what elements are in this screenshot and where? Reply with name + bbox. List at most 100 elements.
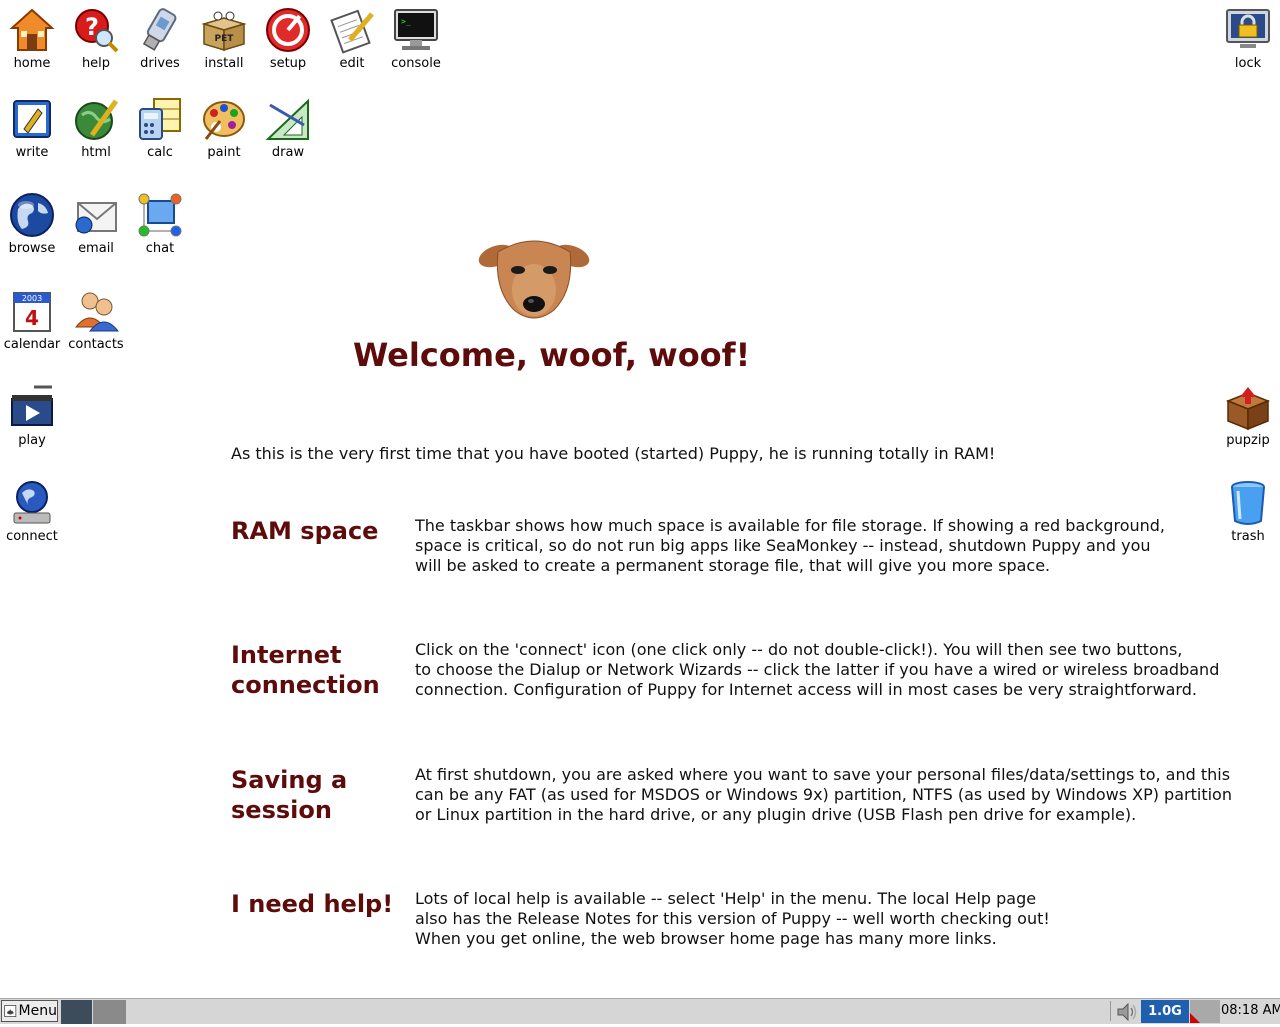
desktop-icon-write[interactable]: write	[0, 89, 66, 165]
section-heading-line: Internet	[231, 641, 342, 669]
section-body-ram-space: The taskbar shows how much space is avai…	[415, 516, 1215, 576]
setup-wizard-icon	[264, 6, 312, 54]
desktop-icon-label: setup	[269, 56, 307, 71]
calendar-icon: 2003 4	[8, 287, 56, 335]
desktop-icon-label: html	[81, 145, 111, 160]
section-body-internet-connection: Click on the 'connect' icon (one click o…	[415, 640, 1220, 700]
desktop-icon-label: edit	[339, 56, 365, 71]
section-body-line: Click on the 'connect' icon (one click o…	[415, 640, 1183, 659]
desktop-icon-home[interactable]: home	[0, 0, 66, 76]
desktop-icon-pupzip[interactable]: pupzip	[1214, 377, 1280, 453]
desktop-icon-play[interactable]: play	[0, 377, 66, 453]
desktop-icon-email[interactable]: email	[62, 185, 130, 261]
desktop-icon-contacts[interactable]: contacts	[62, 281, 130, 357]
desktop-icon-lock[interactable]: lock	[1214, 0, 1280, 76]
desktop-icon-label: calendar	[3, 337, 61, 352]
paint-palette-icon	[200, 95, 248, 143]
desktop-icon-trash[interactable]: trash	[1214, 473, 1280, 549]
svg-text:>_: >_	[401, 17, 411, 26]
section-body-line: At first shutdown, you are asked where y…	[415, 765, 1231, 784]
archive-box-icon	[1224, 383, 1272, 431]
desktop-icon-chat[interactable]: chat	[126, 185, 194, 261]
desktop-icon-label: draw	[271, 145, 305, 160]
section-heading-line: session	[231, 796, 332, 824]
start-menu-button[interactable]: Menu	[1, 1000, 58, 1022]
package-box-icon: PET	[200, 6, 248, 54]
desktop-icon-calendar[interactable]: 2003 4 calendar	[0, 281, 66, 357]
section-body-line: Lots of local help is available -- selec…	[415, 889, 1037, 908]
desktop-icon-paint[interactable]: paint	[190, 89, 258, 165]
desktop-icon-label: chat	[145, 241, 175, 256]
envelope-globe-icon	[72, 191, 120, 239]
chat-network-icon	[136, 191, 184, 239]
desktop-icon-calc[interactable]: calc	[126, 89, 194, 165]
desktop: home ? help drives PET install setup edi…	[0, 0, 1280, 998]
desktop-icon-connect[interactable]: connect	[0, 473, 66, 549]
section-body-line: The taskbar shows how much space is avai…	[415, 516, 1165, 535]
section-heading-line: Saving a	[231, 766, 348, 794]
desktop-icon-html[interactable]: html	[62, 89, 130, 165]
desktop-icon-label: play	[18, 433, 46, 448]
taskbar: Menu 1.0G 08:18 AM	[0, 998, 1280, 1024]
workspace-1[interactable]	[61, 1000, 92, 1024]
workspace-2[interactable]	[93, 1000, 126, 1024]
desktop-icon-label: contacts	[68, 337, 124, 352]
svg-text:4: 4	[25, 306, 39, 330]
ram-free-indicator[interactable]: 1.0G	[1141, 1000, 1189, 1023]
section-heading-saving-session: Saving a session	[231, 765, 347, 825]
section-body-saving-session: At first shutdown, you are asked where y…	[415, 765, 1232, 825]
contacts-people-icon	[72, 287, 120, 335]
desktop-icon-install[interactable]: PET install	[190, 0, 258, 76]
desktop-icon-label: home	[13, 56, 51, 71]
notepad-pencil-icon	[328, 6, 376, 54]
desktop-icon-label: lock	[1234, 56, 1262, 71]
desktop-icon-label: email	[78, 241, 114, 256]
section-body-line: space is critical, so do not run big app…	[415, 536, 1151, 555]
desktop-icon-label: help	[81, 56, 111, 71]
usb-drive-icon	[136, 6, 184, 54]
trash-bin-icon	[1224, 479, 1272, 527]
home-icon	[8, 6, 56, 54]
desktop-icon-console[interactable]: >_ console	[382, 0, 450, 76]
desktop-icon-help[interactable]: ? help	[62, 0, 130, 76]
section-body-line: connection. Configuration of Puppy for I…	[415, 680, 1197, 699]
desktop-icon-label: trash	[1231, 529, 1265, 544]
desktop-icon-browse[interactable]: browse	[0, 185, 66, 261]
globe-icon	[8, 191, 56, 239]
desktop-icon-label: drives	[140, 56, 180, 71]
desktop-icon-draw[interactable]: draw	[254, 89, 322, 165]
section-heading-line: RAM space	[231, 517, 379, 545]
welcome-intro: As this is the very first time that you …	[231, 444, 996, 463]
section-heading-line: connection	[231, 671, 380, 699]
volume-icon[interactable]	[1114, 1001, 1138, 1023]
section-heading-need-help: I need help!	[231, 889, 393, 919]
desktop-icon-label: console	[391, 56, 441, 71]
puppy-dog-image	[474, 230, 594, 330]
start-menu-label: Menu	[18, 1003, 57, 1019]
drawing-triangle-icon	[264, 95, 312, 143]
tray-divider	[1110, 1001, 1111, 1021]
desktop-icon-label: paint	[207, 145, 241, 160]
low-space-flag-icon	[1190, 1013, 1200, 1023]
globe-pencil-icon	[72, 95, 120, 143]
section-body-line: will be asked to create a permanent stor…	[415, 556, 1051, 575]
desktop-icon-label: connect	[6, 529, 58, 544]
puppy-menu-icon	[4, 1005, 17, 1017]
desktop-icon-drives[interactable]: drives	[126, 0, 194, 76]
help-icon: ?	[72, 6, 120, 54]
desktop-icon-label: pupzip	[1226, 433, 1270, 448]
desktop-icon-label: browse	[8, 241, 56, 256]
desktop-icon-edit[interactable]: edit	[318, 0, 386, 76]
clock[interactable]: 08:18 AM	[1221, 1003, 1280, 1018]
desktop-icon-label: write	[15, 145, 49, 160]
spreadsheet-calculator-icon	[136, 95, 184, 143]
desktop-icon-setup[interactable]: setup	[254, 0, 322, 76]
section-heading-ram-space: RAM space	[231, 516, 378, 546]
svg-text:PET: PET	[215, 34, 235, 44]
section-heading-internet-connection: Internet connection	[231, 640, 380, 700]
word-processor-icon	[8, 95, 56, 143]
welcome-title: Welcome, woof, woof!	[353, 336, 751, 374]
section-body-line: or Linux partition in the hard drive, or…	[415, 805, 1137, 824]
svg-text:2003: 2003	[22, 294, 42, 303]
section-body-line: to choose the Dialup or Network Wizards …	[415, 660, 1220, 679]
